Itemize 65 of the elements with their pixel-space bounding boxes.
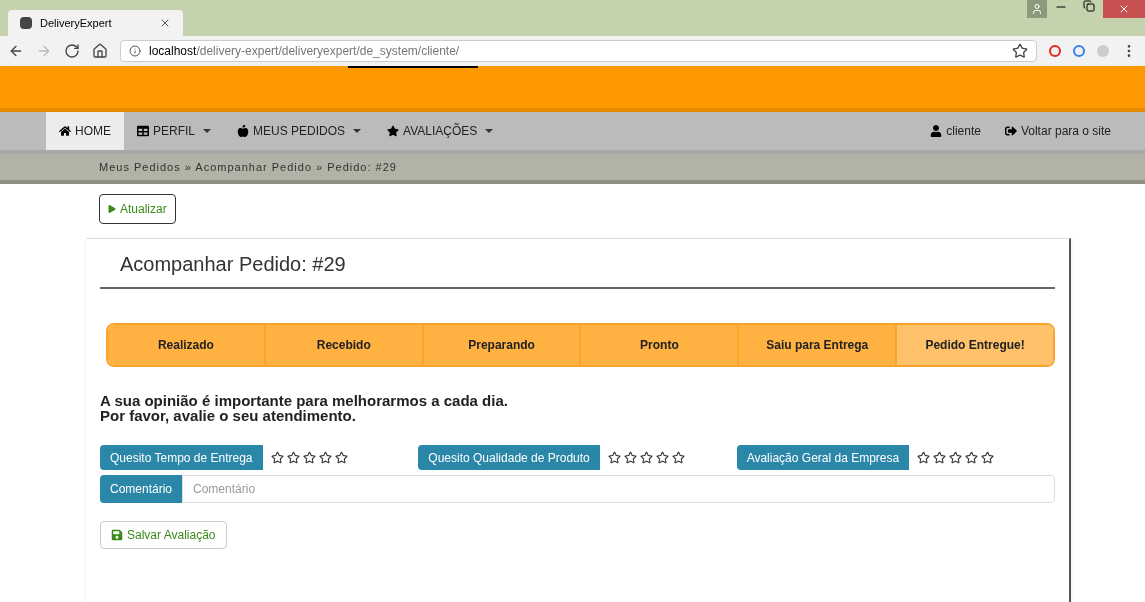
status-step: Recebido <box>263 325 422 365</box>
comment-label: Comentário <box>100 475 183 503</box>
status-step: Saiu para Entrega <box>737 325 896 365</box>
back-icon[interactable] <box>8 43 24 59</box>
rating-label: Avaliação Geral da Empresa <box>736 445 910 470</box>
tab-title: DeliveryExpert <box>40 15 113 31</box>
star-icon[interactable] <box>981 451 995 464</box>
nav-item[interactable]: MEUS PEDIDOS <box>224 112 375 150</box>
star-icon[interactable] <box>623 451 637 464</box>
extension-icon[interactable] <box>1073 45 1085 57</box>
star-icon[interactable] <box>334 451 348 464</box>
caret-icon <box>485 129 494 133</box>
star-icon[interactable] <box>302 451 316 464</box>
star-icon[interactable] <box>917 451 931 464</box>
rating-label: Quesito Tempo de Entrega <box>100 445 263 470</box>
status-step: Realizado <box>108 325 264 365</box>
status-step: Preparando <box>421 325 580 365</box>
star-icon[interactable] <box>655 451 669 464</box>
nav-item[interactable]: AVALIAÇÕES <box>374 112 507 150</box>
home-icon <box>59 125 71 137</box>
save-icon <box>111 529 123 541</box>
comment-field[interactable]: Comentário <box>182 475 1055 503</box>
nav-link[interactable]: cliente <box>918 112 993 150</box>
star-icon <box>387 125 400 137</box>
star-icon[interactable] <box>933 451 947 464</box>
message-text: Por favor, avalie o seu atendimento. <box>100 408 357 423</box>
caret-icon <box>353 129 362 133</box>
nav-item[interactable]: PERFIL <box>124 112 224 150</box>
star-rating[interactable] <box>607 451 685 464</box>
star-icon[interactable] <box>639 451 653 464</box>
user-icon <box>930 125 943 137</box>
home-icon[interactable] <box>92 43 108 59</box>
play-icon <box>108 205 116 213</box>
exit-icon <box>1004 125 1017 137</box>
bookmark-star-icon[interactable] <box>1012 43 1028 59</box>
star-rating[interactable] <box>917 451 995 464</box>
status-step: Pronto <box>579 325 738 365</box>
nav-item[interactable]: HOME <box>46 112 124 150</box>
refresh-button[interactable]: Atualizar <box>99 194 176 224</box>
status-step: Pedido Entregue! <box>895 325 1053 365</box>
favicon-icon <box>20 17 32 29</box>
apple-icon <box>237 125 249 137</box>
nav-link[interactable]: Voltar para o site <box>992 112 1123 150</box>
profile-icon[interactable] <box>1027 0 1047 18</box>
star-icon[interactable] <box>607 451 621 464</box>
address-bar[interactable]: localhost/delivery-expert/deliveryexpert/de_system/cliente/ <box>120 40 1037 62</box>
rating-label: Quesito Qualidade de Produto <box>418 445 600 470</box>
star-rating[interactable] <box>270 451 348 464</box>
star-icon[interactable] <box>286 451 300 464</box>
page-title: Acompanhar Pedido: #29 <box>120 252 347 277</box>
breadcrumb: Meus Pedidos » Acompanhar Pedido » Pedido: #29 <box>99 159 397 175</box>
star-icon[interactable] <box>949 451 963 464</box>
save-button[interactable]: Salvar Avaliação <box>100 521 227 549</box>
extension-icon[interactable] <box>1049 45 1061 57</box>
star-icon[interactable] <box>270 451 284 464</box>
info-icon <box>129 45 141 57</box>
browser-tab[interactable]: DeliveryExpert <box>8 10 183 36</box>
caret-icon <box>203 129 211 133</box>
url-text: localhost/delivery-expert/deliveryexpert/de_system/cliente/ <box>149 43 461 60</box>
reload-icon[interactable] <box>64 43 80 59</box>
star-icon[interactable] <box>318 451 332 464</box>
close-icon[interactable] <box>159 17 171 29</box>
star-icon[interactable] <box>671 451 685 464</box>
table-icon <box>137 125 149 137</box>
star-icon[interactable] <box>965 451 979 464</box>
